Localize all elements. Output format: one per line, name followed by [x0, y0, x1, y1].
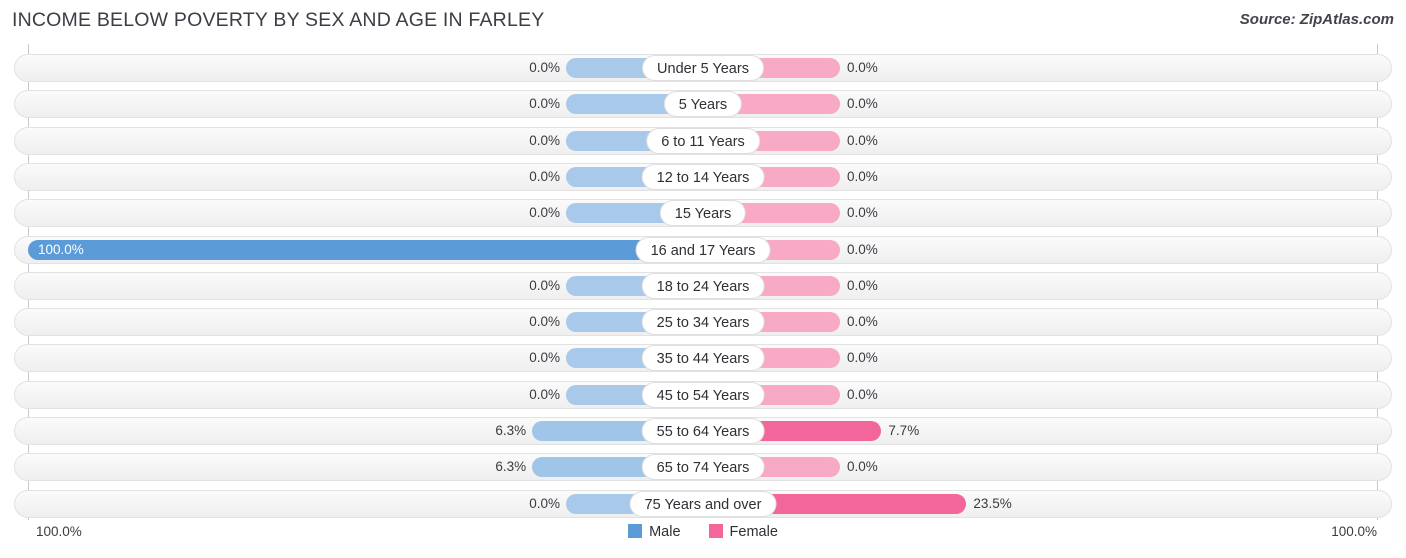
category-label-6-to-11-years: 6 to 11 Years	[646, 127, 760, 154]
category-label-25-to-34-years: 25 to 34 Years	[641, 309, 765, 336]
bar-value-male: 6.3%	[495, 423, 527, 438]
chart-plot-area: 0.0% 0.0% Under 5 Years 0.0% 0.0% 5 Years 0.0%…	[0, 44, 1406, 520]
category-label-45-to-54-years: 45 to 54 Years	[641, 381, 765, 408]
bar-value-male: 100.0%	[38, 241, 84, 257]
bar-value-female: 0.0%	[847, 459, 878, 475]
table-row: 0.0% 0.0% Under 5 Years	[14, 54, 1392, 82]
bar-value-male: 0.0%	[529, 205, 560, 221]
table-row: 100.0% 0.0% 16 and 17 Years	[14, 235, 1392, 264]
bar-value-female: 0.0%	[847, 60, 878, 75]
bar-value-female: 0.0%	[847, 350, 878, 366]
legend-label: Male	[649, 524, 681, 540]
bar-value-female: 0.0%	[847, 277, 878, 293]
bar-male	[28, 239, 703, 260]
category-label-5-years: 5 Years	[663, 91, 743, 118]
bar-value-female: 0.0%	[847, 132, 878, 148]
category-label-12-to-14-years: 12 to 14 Years	[641, 163, 765, 190]
bar-value-male: 0.0%	[529, 277, 560, 293]
category-label-55-to-64-years: 55 to 64 Years	[641, 418, 765, 444]
bar-value-male: 0.0%	[529, 314, 560, 330]
page-title: INCOME BELOW POVERTY BY SEX AND AGE IN F…	[12, 9, 545, 31]
bar-value-male: 0.0%	[529, 96, 560, 112]
bar-value-male: 0.0%	[529, 132, 560, 148]
bar-value-female: 0.0%	[847, 168, 878, 184]
chart-footer: 100.0% 100.0% Male Female	[0, 520, 1406, 558]
table-row: 6.3% 0.0% 65 to 74 Years	[14, 453, 1392, 482]
category-label-18-to-24-years: 18 to 24 Years	[641, 272, 765, 299]
bar-value-male: 0.0%	[529, 168, 560, 184]
legend-label: Female	[729, 524, 778, 540]
category-label-75-years-and-over: 75 Years and over	[629, 490, 777, 517]
table-row: 0.0% 0.0% 18 to 24 Years	[14, 271, 1392, 300]
category-label-16-and-17-years: 16 and 17 Years	[635, 236, 771, 263]
table-row: 0.0% 0.0% 6 to 11 Years	[14, 126, 1392, 155]
bar-value-male: 0.0%	[529, 60, 560, 75]
bar-value-male: 0.0%	[529, 495, 560, 511]
chart-legend: Male Female	[0, 524, 1406, 540]
category-label-15-years: 15 Years	[659, 200, 747, 227]
category-label-65-to-74-years: 65 to 74 Years	[641, 454, 765, 481]
table-row: 0.0% 23.5% 75 Years and over	[14, 489, 1392, 518]
bar-value-male: 6.3%	[495, 459, 527, 475]
bar-value-female: 7.7%	[888, 423, 920, 438]
source-attribution: Source: ZipAtlas.com	[1239, 11, 1394, 28]
legend-item-male[interactable]: Male	[628, 524, 681, 540]
chart-header: INCOME BELOW POVERTY BY SEX AND AGE IN F…	[0, 0, 1406, 42]
bar-value-female: 23.5%	[973, 495, 1012, 511]
bar-value-female: 0.0%	[847, 314, 878, 330]
legend-swatch-male-icon	[628, 524, 643, 538]
bar-value-female: 0.0%	[847, 205, 878, 221]
bar-value-male: 0.0%	[529, 386, 560, 402]
table-row: 0.0% 0.0% 25 to 34 Years	[14, 308, 1392, 337]
bar-value-female: 0.0%	[847, 241, 878, 257]
legend-swatch-female-icon	[708, 524, 723, 538]
table-row: 0.0% 0.0% 12 to 14 Years	[14, 162, 1392, 191]
bar-value-female: 0.0%	[847, 96, 878, 112]
category-label-under-5-years: Under 5 Years	[642, 55, 764, 81]
category-label-35-to-44-years: 35 to 44 Years	[641, 345, 765, 372]
table-row: 6.3% 7.7% 55 to 64 Years	[14, 417, 1392, 445]
table-row: 0.0% 0.0% 35 to 44 Years	[14, 344, 1392, 373]
table-row: 0.0% 0.0% 5 Years	[14, 90, 1392, 119]
table-row: 0.0% 0.0% 15 Years	[14, 199, 1392, 228]
bar-value-male: 0.0%	[529, 350, 560, 366]
legend-item-female[interactable]: Female	[708, 524, 778, 540]
bar-value-female: 0.0%	[847, 386, 878, 402]
table-row: 0.0% 0.0% 45 to 54 Years	[14, 380, 1392, 409]
